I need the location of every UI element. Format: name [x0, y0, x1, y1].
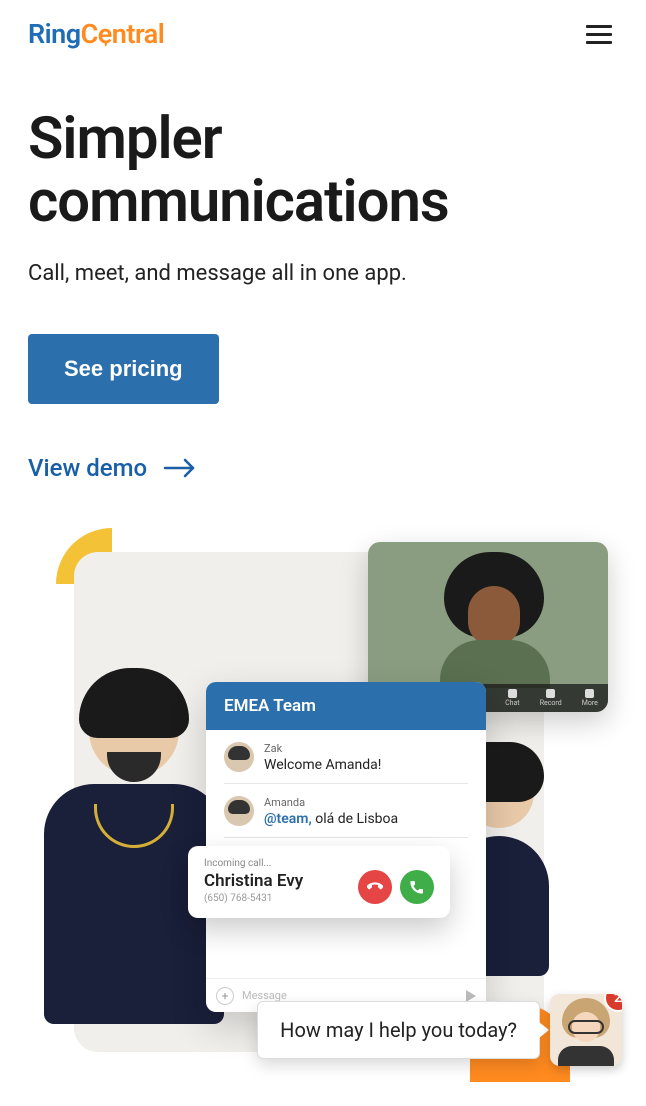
view-demo-label: View demo	[28, 454, 147, 482]
accept-call-button[interactable]	[400, 870, 434, 904]
brand-word-central: Central	[81, 18, 165, 50]
support-chat-prompt[interactable]: How may I help you today?	[257, 1001, 540, 1059]
chat-card-title: EMEA Team	[206, 682, 486, 730]
avatar	[224, 742, 254, 772]
record-icon[interactable]: Record	[540, 689, 562, 707]
message-author: Zak	[264, 742, 381, 755]
view-demo-link[interactable]: View demo	[28, 454, 197, 482]
incoming-call-card: Incoming call... Christina Evy (650) 768…	[188, 846, 450, 918]
message-text: Welcome Amanda!	[264, 757, 381, 773]
message-author: Amanda	[264, 796, 398, 809]
incoming-call-label: Incoming call...	[204, 858, 434, 869]
phone-hangup-icon	[367, 879, 383, 895]
brand-logo[interactable]: Ring Central	[28, 18, 164, 50]
see-pricing-button[interactable]: See pricing	[28, 334, 219, 404]
chat-icon[interactable]: Chat	[505, 689, 520, 707]
caller-name: Christina Evy	[204, 871, 303, 891]
avatar	[224, 796, 254, 826]
more-icon[interactable]: More	[582, 689, 598, 707]
notification-badge: 2	[606, 994, 622, 1010]
attach-icon[interactable]: +	[216, 987, 234, 1005]
brand-word-ring: Ring	[28, 18, 81, 50]
chat-message: Zak Welcome Amanda!	[206, 730, 486, 783]
menu-icon[interactable]	[580, 19, 618, 50]
mention: @team,	[264, 811, 312, 827]
hero-section: Simpler communications Call, meet, and m…	[0, 68, 646, 482]
arrow-right-icon	[163, 458, 197, 478]
message-text: @team, olá de Lisboa	[264, 811, 398, 827]
hero-subtitle: Call, meet, and message all in one app.	[28, 261, 618, 286]
hero-title: Simpler communications	[28, 108, 618, 233]
support-agent-avatar[interactable]: 2	[550, 994, 622, 1066]
support-chat-widget: How may I help you today? 2	[257, 994, 622, 1066]
caller-phone: (650) 768-5431	[204, 893, 303, 904]
phone-icon	[409, 879, 425, 895]
chat-message: Amanda @team, olá de Lisboa	[206, 784, 486, 837]
site-header: Ring Central	[0, 0, 646, 68]
decline-call-button[interactable]	[358, 870, 392, 904]
